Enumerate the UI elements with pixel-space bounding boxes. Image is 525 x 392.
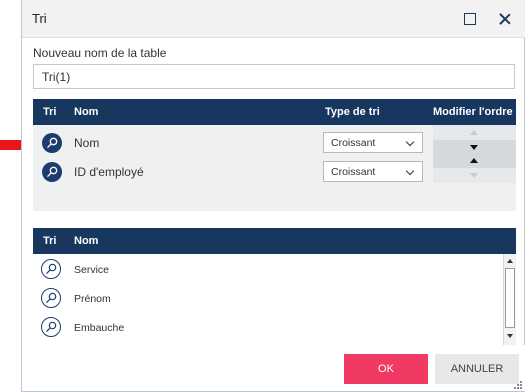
triangle-down-icon bbox=[470, 145, 478, 150]
sort-dialog: Tri Nouveau nom de la table Tri Nom Type… bbox=[21, 0, 525, 392]
sort-criteria-panel: Tri Nom Type de tri Modifier l'ordre Nom… bbox=[33, 99, 516, 211]
list-item-label: Embauche bbox=[74, 322, 125, 334]
sort-type-value: Croissant bbox=[331, 166, 376, 178]
sort-type-dropdown[interactable]: Croissant bbox=[323, 132, 423, 153]
sort-row[interactable]: Nom Croissant bbox=[33, 129, 433, 157]
list-item[interactable]: Service bbox=[33, 256, 503, 284]
dialog-footer: OK ANNULER bbox=[22, 345, 525, 391]
maximize-button[interactable] bbox=[461, 10, 479, 28]
triangle-down-icon bbox=[470, 173, 478, 178]
title-bar: Tri bbox=[22, 0, 525, 38]
key-icon bbox=[42, 133, 62, 153]
close-button[interactable] bbox=[496, 10, 514, 28]
chevron-down-icon bbox=[405, 166, 415, 176]
cancel-button[interactable]: ANNULER bbox=[435, 354, 519, 384]
key-outline-icon bbox=[41, 288, 61, 308]
move-up-button[interactable] bbox=[433, 154, 516, 168]
scroll-up-icon[interactable] bbox=[506, 257, 515, 266]
sort-row-label: Nom bbox=[74, 136, 100, 150]
chevron-down-icon bbox=[405, 137, 415, 147]
sort-table-body: Nom Croissant ID d'employé Croissant bbox=[33, 125, 516, 211]
scroll-down-icon[interactable] bbox=[506, 332, 515, 341]
header-sort-type: Type de tri bbox=[325, 106, 380, 118]
sort-row[interactable]: ID d'employé Croissant bbox=[33, 158, 433, 186]
fields-list: Service Prénom Embauche bbox=[33, 254, 516, 345]
fields-table-header: Tri Nom bbox=[33, 228, 516, 254]
key-outline-icon bbox=[41, 259, 61, 279]
vertical-scrollbar[interactable] bbox=[503, 254, 516, 345]
list-item-label: Service bbox=[74, 264, 110, 276]
key-outline-icon bbox=[41, 317, 61, 337]
triangle-up-icon bbox=[470, 130, 478, 135]
triangle-up-icon bbox=[470, 158, 478, 163]
sort-table-header: Tri Nom Type de tri Modifier l'ordre bbox=[33, 99, 516, 125]
order-controls bbox=[433, 125, 516, 183]
sort-row-label: ID d'employé bbox=[74, 165, 144, 179]
dialog-title: Tri bbox=[32, 11, 47, 26]
move-down-button[interactable] bbox=[433, 168, 516, 182]
header-nom: Nom bbox=[74, 106, 99, 118]
move-up-button[interactable] bbox=[433, 126, 516, 140]
scroll-thumb[interactable] bbox=[505, 268, 515, 328]
header-tri: Tri bbox=[43, 235, 57, 247]
available-fields-panel: Tri Nom Service Prénom Embauche bbox=[33, 228, 516, 345]
key-icon bbox=[42, 162, 62, 182]
table-name-input[interactable] bbox=[33, 64, 515, 89]
sort-type-value: Croissant bbox=[331, 137, 376, 149]
header-nom: Nom bbox=[74, 235, 99, 247]
header-change-order: Modifier l'ordre bbox=[433, 106, 513, 118]
sort-type-dropdown[interactable]: Croissant bbox=[323, 161, 423, 182]
header-tri: Tri bbox=[43, 106, 57, 118]
list-item[interactable]: Embauche bbox=[33, 314, 503, 342]
list-item-label: Prénom bbox=[74, 293, 111, 305]
move-down-button[interactable] bbox=[433, 140, 516, 154]
ok-button[interactable]: OK bbox=[344, 354, 428, 384]
list-item[interactable]: Prénom bbox=[33, 285, 503, 313]
table-name-label: Nouveau nom de la table bbox=[33, 46, 167, 60]
resize-grip-icon[interactable] bbox=[513, 380, 523, 390]
